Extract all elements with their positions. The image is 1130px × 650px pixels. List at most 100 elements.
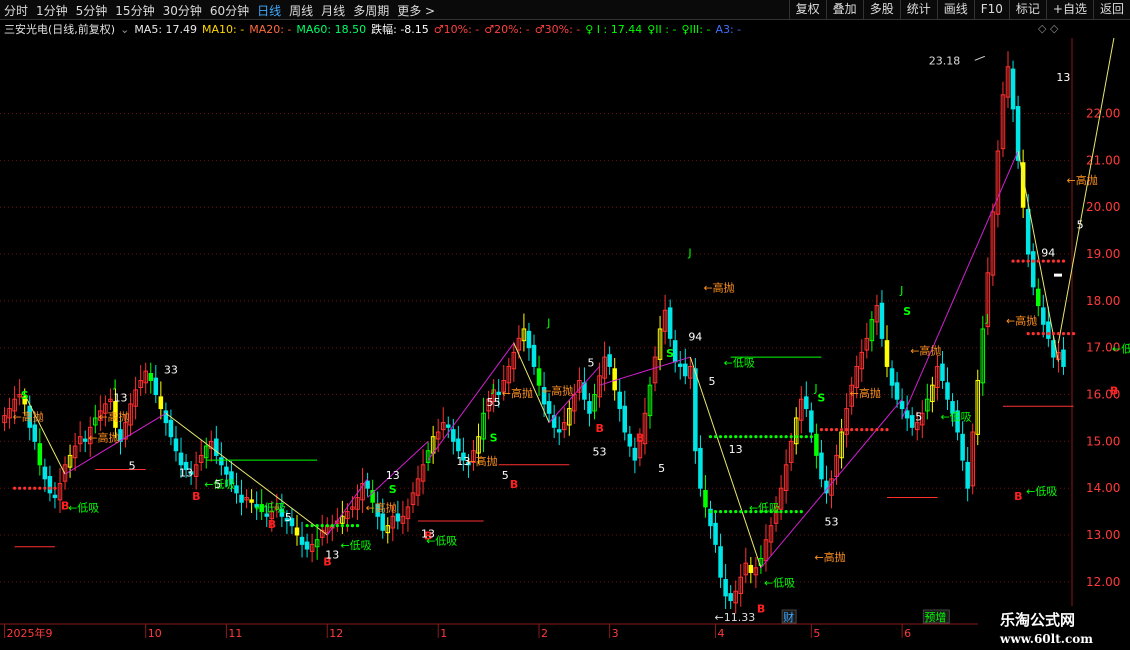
period-tab[interactable]: 60分钟: [210, 2, 249, 19]
signal-dot: [315, 524, 319, 528]
candle-body: [148, 372, 154, 381]
period-tab[interactable]: 5分钟: [76, 2, 108, 19]
signal-dot: [1011, 259, 1015, 263]
period-tab[interactable]: 30分钟: [163, 2, 202, 19]
signal-dot: [18, 486, 22, 490]
candle-body: [965, 461, 970, 489]
candle-body: [899, 401, 905, 410]
candle-body: [1030, 251, 1036, 288]
annotation-S: S: [666, 347, 674, 360]
y-tick-label: 20.00: [1086, 200, 1120, 214]
signal-dot: [1051, 332, 1055, 336]
annotation-L: ←低吸: [68, 502, 99, 515]
candle-body: [884, 340, 890, 367]
signal-dot: [794, 435, 798, 439]
annotation-H: ←高抛: [1067, 173, 1098, 187]
x-tick-label: 2: [541, 627, 548, 640]
signal-dot: [754, 435, 758, 439]
ma10-value: MA10: -: [202, 22, 245, 36]
signal-dot: [1056, 332, 1061, 336]
period-tab[interactable]: 周线: [289, 2, 313, 19]
toolbar-button[interactable]: 画线: [936, 0, 974, 20]
toolbar-button[interactable]: 标记: [1008, 0, 1046, 20]
signal-dot: [744, 510, 748, 514]
annotation-B: B: [1110, 385, 1118, 398]
toolbar-button[interactable]: F10: [973, 0, 1009, 20]
low-price-label: ←11.33: [714, 611, 755, 624]
annotation-B: B: [596, 422, 604, 435]
candle-body: [42, 466, 48, 480]
signal-dot: [53, 486, 57, 490]
annotation-L: ←低吸: [1112, 342, 1130, 355]
signal-dot: [1031, 332, 1035, 336]
signal-dot: [829, 428, 834, 432]
candle-body: [294, 527, 300, 536]
annotation-J: J: [546, 317, 550, 330]
candle-body: [304, 541, 310, 550]
signal-dot: [804, 435, 808, 439]
ma60-value: MA60: 18.50: [296, 22, 367, 36]
candle-body: [677, 363, 683, 367]
watermark: 乐淘公式网 www.60lt.com: [978, 606, 1130, 650]
annotation-J: J: [491, 382, 495, 395]
candle-body: [945, 382, 950, 400]
toolbar-button[interactable]: 统计: [899, 0, 937, 20]
candle-body: [52, 494, 58, 499]
signal-dot: [708, 510, 713, 514]
annotation-L: ←低吸: [1026, 485, 1057, 498]
candle-body: [37, 443, 43, 466]
stock-title[interactable]: 三安光电(日线,前复权): [4, 21, 115, 37]
candle-body: [713, 522, 718, 545]
candle-body: [365, 480, 370, 489]
period-tab[interactable]: 日线: [257, 2, 281, 19]
annotation-B: B: [510, 478, 518, 491]
candle-body: [940, 363, 945, 381]
signal-dot: [38, 486, 42, 490]
annotation-J: J: [112, 378, 116, 391]
signal-dot: [824, 428, 829, 432]
period-tab[interactable]: 更多 >: [397, 2, 435, 19]
annotation-N: 13: [456, 455, 470, 468]
annotation-H: ←高抛: [466, 454, 497, 468]
event-tag: 预增: [924, 610, 946, 624]
candle-body: [617, 391, 622, 410]
annotation-S: S: [903, 305, 911, 318]
annotation-J: J: [813, 382, 817, 395]
f30-value: ♂30%: -: [534, 22, 581, 36]
candle-body: [556, 429, 562, 433]
toolbar-button[interactable]: 多股: [862, 0, 900, 20]
candlestick-chart[interactable]: 12.0013.0014.0015.0016.0017.0018.0019.00…: [0, 38, 1130, 650]
period-tab[interactable]: 15分钟: [115, 2, 154, 19]
candle-body: [32, 424, 38, 442]
annotation-N: 5: [708, 375, 715, 388]
toolbar-button[interactable]: 叠加: [825, 0, 863, 20]
trend-segment: [760, 398, 903, 569]
toolbar-button[interactable]: +自选: [1045, 0, 1093, 20]
period-tab[interactable]: 多周期: [353, 2, 389, 19]
candle-body: [683, 363, 688, 377]
candle-body: [239, 494, 244, 503]
candle-body: [1025, 209, 1031, 255]
signal-dot: [865, 428, 869, 432]
period-tab[interactable]: 1分钟: [36, 2, 68, 19]
indicator-info-line: 三安光电(日线,前复权) ⌄ MA5: 17.49 MA10: - MA20: …: [4, 21, 746, 37]
toolbar-button[interactable]: 返回: [1092, 0, 1130, 20]
y-tick-label: 19.00: [1086, 247, 1120, 261]
signal-dot: [1066, 332, 1071, 336]
dropdown-icon[interactable]: ⌄: [120, 23, 129, 36]
annotation-B: B: [268, 518, 276, 531]
f20-value: ♂20%: -: [484, 22, 530, 36]
period-tab[interactable]: 分时: [4, 2, 28, 19]
signal-dot: [875, 428, 879, 432]
candle-body: [1061, 349, 1066, 367]
candle-body: [819, 452, 824, 480]
annotation-H: ←高抛: [814, 550, 845, 564]
y-tick-label: 14.00: [1086, 481, 1120, 495]
diamond-icon[interactable]: ◇ ◇: [1038, 22, 1058, 35]
toolbar-button[interactable]: 复权: [788, 0, 826, 20]
signal-dot: [799, 435, 803, 439]
y-tick-label: 18.00: [1086, 294, 1120, 308]
period-tab[interactable]: 月线: [321, 2, 345, 19]
candle-body: [607, 354, 612, 367]
signal-dot: [33, 486, 37, 490]
